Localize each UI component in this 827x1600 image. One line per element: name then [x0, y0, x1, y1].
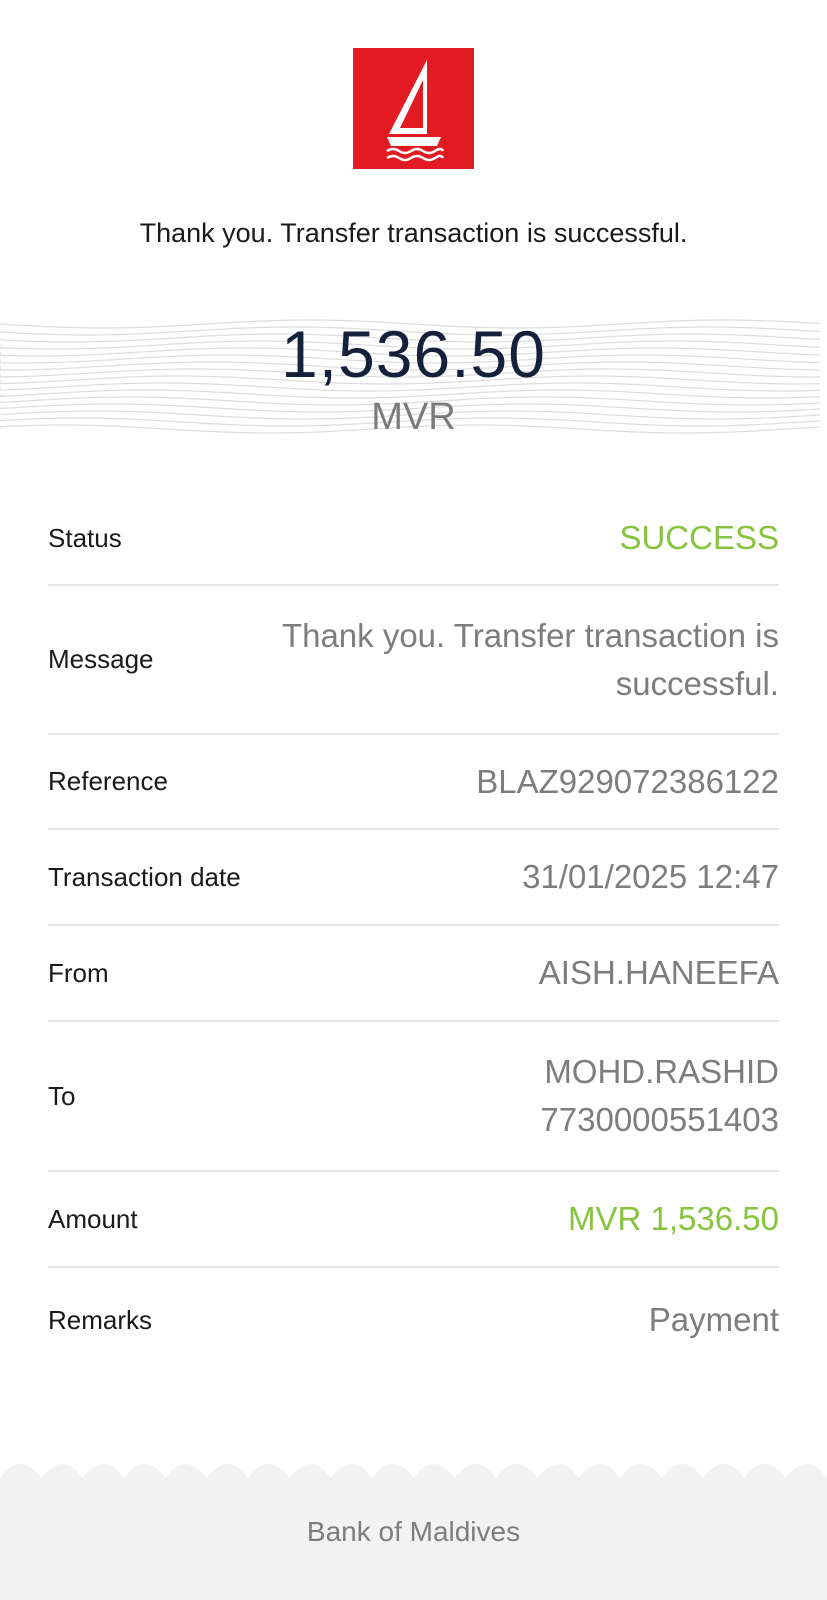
detail-row-amount: Amount MVR 1,536.50	[48, 1172, 779, 1268]
detail-row-from: From AISH.HANEEFA	[48, 926, 779, 1022]
reference-value: BLAZ929072386122	[476, 762, 779, 800]
detail-label: Transaction date	[48, 861, 241, 892]
detail-label: To	[48, 1080, 76, 1111]
footer-bank-name: Bank of Maldives	[306, 1516, 521, 1547]
detail-row-reference: Reference BLAZ929072386122	[48, 735, 779, 830]
transaction-details: Status SUCCESS Message Thank you. Transf…	[48, 492, 779, 1372]
to-value: MOHD.RASHID 7730000551403	[540, 1048, 779, 1144]
success-headline: Thank you. Transfer transaction is succe…	[139, 218, 688, 248]
bank-logo	[353, 48, 474, 169]
detail-row-message: Message Thank you. Transfer transaction …	[48, 586, 779, 735]
detail-row-remarks: Remarks Payment	[48, 1268, 779, 1372]
from-value: AISH.HANEEFA	[538, 954, 779, 991]
amount-value: 1,536.50	[281, 317, 546, 391]
transaction-date-value: 31/01/2025 12:47	[522, 858, 779, 895]
to-name: MOHD.RASHID	[544, 1053, 779, 1090]
detail-label: Status	[48, 522, 122, 553]
amount-currency: MVR	[371, 396, 456, 438]
detail-label: Amount	[48, 1203, 138, 1234]
detail-row-transaction-date: Transaction date 31/01/2025 12:47	[48, 830, 779, 926]
detail-label: Remarks	[48, 1304, 153, 1335]
status-value: SUCCESS	[619, 519, 779, 556]
sailboat-icon	[386, 60, 445, 162]
detail-label: Message	[48, 644, 154, 674]
detail-label: From	[48, 957, 109, 988]
detail-label: Reference	[48, 766, 168, 796]
message-value: Thank you. Transfer transaction is succe…	[281, 616, 779, 702]
amount-detail-value: MVR 1,536.50	[568, 1200, 779, 1237]
to-account: 7730000551403	[540, 1101, 779, 1138]
detail-row-to: To MOHD.RASHID 7730000551403	[48, 1022, 779, 1172]
remarks-value: Payment	[648, 1301, 779, 1338]
detail-row-status: Status SUCCESS	[48, 492, 779, 586]
